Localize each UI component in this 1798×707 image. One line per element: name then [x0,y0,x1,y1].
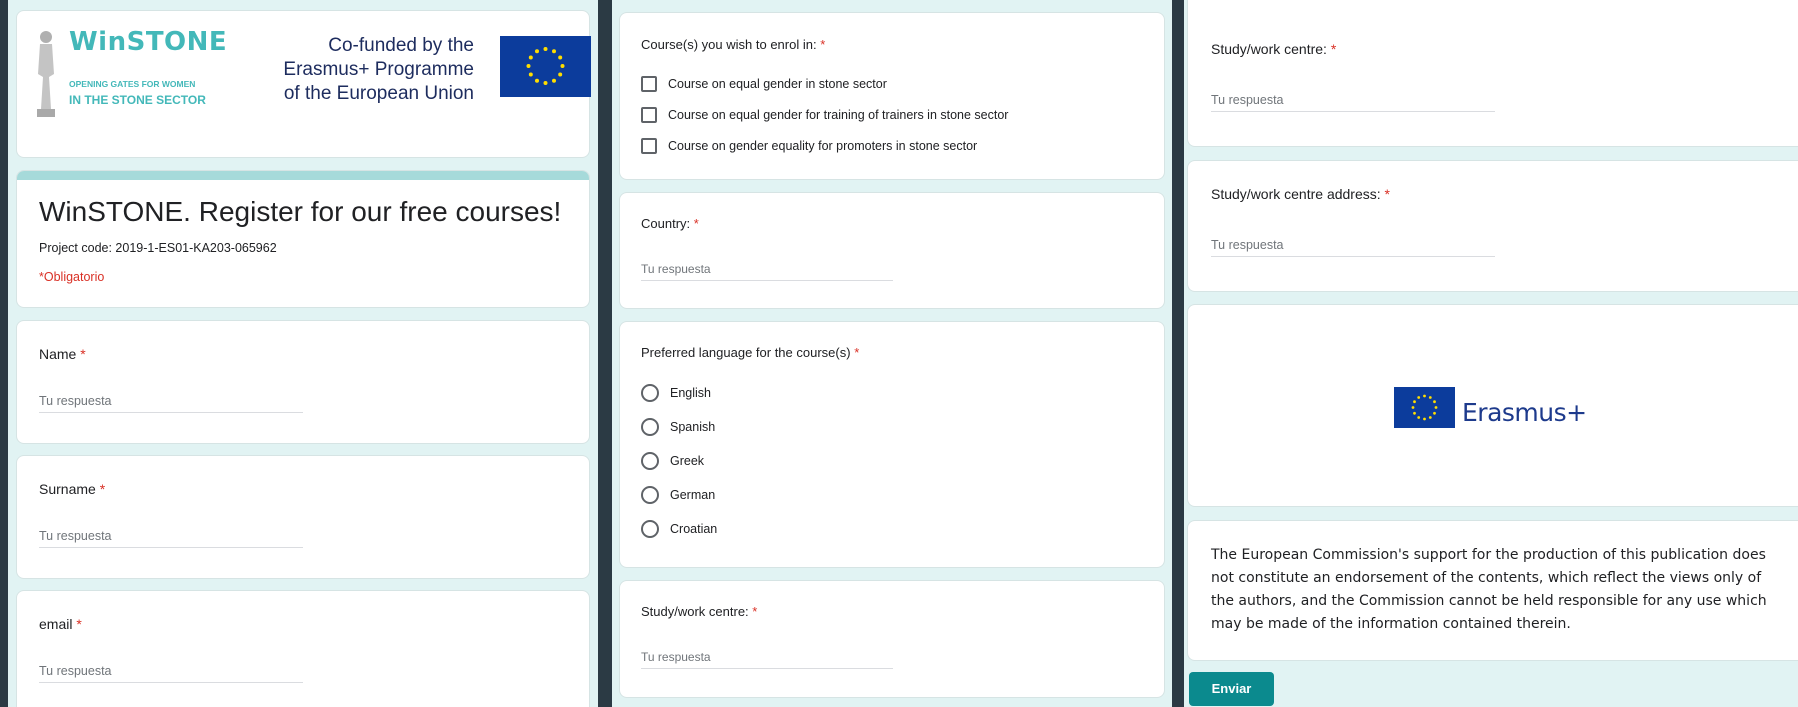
eu-flag-icon [500,36,591,97]
language-option-croatian[interactable]: Croatian [641,520,717,538]
course-option-2[interactable]: Course on equal gender for training of t… [641,107,1008,123]
logo-title: WinSTONE [69,27,228,57]
cofunded-line-1: Co-funded by the [328,35,474,56]
study-centre-address-label: Study/work centre address: * [1211,186,1390,202]
page-title: WinSTONE. Register for our free courses! [39,196,562,227]
study-centre-label: Study/work centre: * [641,604,758,619]
eu-flag-icon [1394,387,1455,428]
language-option-german[interactable]: German [641,486,715,504]
radio-icon[interactable] [641,486,659,504]
submit-button[interactable]: Enviar [1189,672,1274,706]
name-input[interactable]: Tu respuesta [39,394,303,413]
surname-label: Surname * [39,481,106,497]
study-centre-question-card: Study/work centre: * Tu respuesta [619,580,1165,698]
courses-label: Course(s) you wish to enrol in: * [641,37,826,52]
study-centre-question-card: Study/work centre: * Tu respuesta [1187,0,1798,147]
email-label: email * [39,616,82,632]
cofunded-line-2: Erasmus+ Programme [283,59,474,80]
study-centre-label: Study/work centre: * [1211,41,1337,57]
radio-icon[interactable] [641,418,659,436]
radio-icon[interactable] [641,384,659,402]
language-label: Preferred language for the course(s) * [641,345,860,360]
form-panel-3: Study/work centre: * Tu respuesta Study/… [1184,0,1798,707]
checkbox-icon[interactable] [641,76,657,92]
name-question-card: Name * Tu respuesta [16,320,590,444]
title-accent-bar [17,171,589,180]
logo-tagline-2: IN THE STONE SECTOR [69,93,206,107]
cofunded-line-3: of the European Union [283,83,474,104]
header-image-card: WinSTONE OPENING GATES FOR WOMEN IN THE … [16,10,591,158]
language-option-greek[interactable]: Greek [641,452,704,470]
surname-question-card: Surname * Tu respuesta [16,455,590,579]
disclaimer-card: The European Commission's support for th… [1187,520,1798,661]
study-centre-address-question-card: Study/work centre address: * Tu respuest… [1187,160,1798,292]
email-question-card: email * Tu respuesta [16,590,590,707]
checkbox-icon[interactable] [641,107,657,123]
study-centre-input[interactable]: Tu respuesta [641,650,893,669]
radio-icon[interactable] [641,520,659,538]
study-centre-input[interactable]: Tu respuesta [1211,93,1495,112]
language-question-card: Preferred language for the course(s) * E… [619,321,1165,568]
statue-icon [35,29,57,119]
language-option-spanish[interactable]: Spanish [641,418,715,436]
form-panel-1: WinSTONE OPENING GATES FOR WOMEN IN THE … [8,0,598,707]
form-panel-2: Course(s) you wish to enrol in: * Course… [612,0,1172,707]
required-note: *Obligatorio [39,270,105,284]
courses-question-card: Course(s) you wish to enrol in: * Course… [619,12,1165,180]
checkbox-icon[interactable] [641,138,657,154]
name-label: Name * [39,346,86,362]
erasmus-logo-text: Erasmus+ [1462,398,1587,427]
country-label: Country: * [641,216,699,231]
logo-tagline-1: OPENING GATES FOR WOMEN [69,79,196,89]
radio-icon[interactable] [641,452,659,470]
email-field[interactable]: Tu respuesta [39,664,303,683]
form-title-card: WinSTONE. Register for our free courses!… [16,170,590,308]
course-option-3[interactable]: Course on gender equality for promoters … [641,138,977,154]
erasmus-image-card: Erasmus+ [1187,304,1798,507]
study-centre-address-input[interactable]: Tu respuesta [1211,238,1495,257]
language-option-english[interactable]: English [641,384,711,402]
surname-input[interactable]: Tu respuesta [39,529,303,548]
country-input[interactable]: Tu respuesta [641,262,893,281]
course-option-1[interactable]: Course on equal gender in stone sector [641,76,887,92]
disclaimer-text: The European Commission's support for th… [1211,547,1767,632]
country-question-card: Country: * Tu respuesta [619,192,1165,309]
project-code: Project code: 2019-1-ES01-KA203-065962 [39,241,277,255]
